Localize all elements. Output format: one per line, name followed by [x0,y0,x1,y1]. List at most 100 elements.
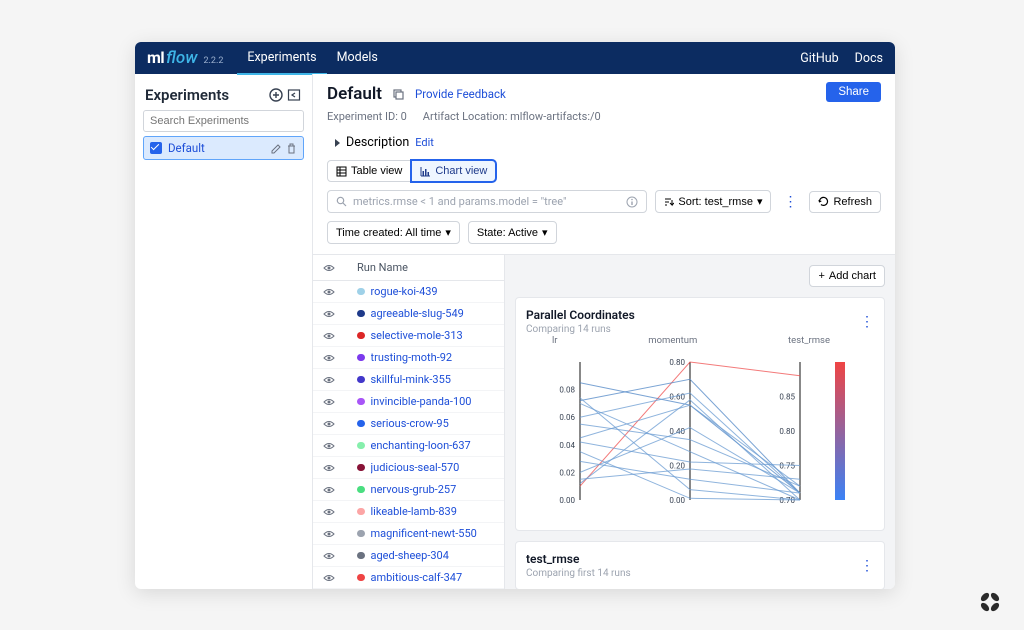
run-row[interactable]: agreeable-slug-549 [313,303,504,325]
run-name-link[interactable]: enchanting-loon-637 [371,439,471,452]
eye-icon[interactable] [323,551,335,561]
run-name-link[interactable]: ambitious-calf-347 [371,571,463,584]
tab-models[interactable]: Models [327,42,388,75]
state-filter[interactable]: State: Active ▾ [468,221,557,244]
add-experiment-icon[interactable] [268,87,284,103]
eye-icon[interactable] [323,309,335,319]
run-name-link[interactable]: judicious-seal-570 [371,461,460,474]
eye-column-icon [323,263,335,273]
checkbox-icon[interactable] [150,142,162,154]
experiment-id-text: Experiment ID: 0 [327,110,407,123]
table-view-button[interactable]: Table view [327,160,411,182]
chart-icon [420,166,431,177]
time-created-filter[interactable]: Time created: All time ▾ [327,221,460,244]
eye-icon[interactable] [323,419,335,429]
svg-text:0.00: 0.00 [559,496,575,505]
run-row[interactable]: judicious-seal-570 [313,457,504,479]
artifact-location-text: Artifact Location: mlflow-artifacts:/0 [423,110,601,123]
delete-icon[interactable] [286,143,297,154]
edit-description-link[interactable]: Edit [415,136,434,149]
run-name-link[interactable]: likeable-lamb-839 [371,505,457,518]
card-menu-icon[interactable]: ⋮ [860,561,874,571]
eye-icon[interactable] [323,573,335,583]
svg-text:0.85: 0.85 [779,393,795,402]
card-menu-icon[interactable]: ⋮ [860,317,874,327]
run-name-link[interactable]: skillful-mink-355 [371,373,451,386]
color-dot-icon [357,486,365,494]
run-name-link[interactable]: rogue-koi-439 [371,285,438,298]
run-row[interactable]: likeable-lamb-839 [313,501,504,523]
copy-icon[interactable] [392,88,405,101]
chevron-down-icon: ▾ [542,226,548,239]
color-dot-icon [357,552,365,560]
eye-icon[interactable] [323,441,335,451]
run-row[interactable]: enchanting-loon-637 [313,435,504,457]
color-dot-icon [357,530,365,538]
more-menu-icon[interactable]: ⋮ [779,194,801,210]
run-row[interactable]: invincible-panda-100 [313,391,504,413]
link-github[interactable]: GitHub [800,51,838,66]
run-row[interactable]: selective-mole-313 [313,325,504,347]
info-icon[interactable] [626,196,638,208]
run-row[interactable]: rogue-koi-439 [313,281,504,303]
run-row[interactable]: skillful-mink-355 [313,369,504,391]
svg-text:0.02: 0.02 [559,468,575,477]
run-row[interactable]: trusting-moth-92 [313,347,504,369]
add-chart-button[interactable]: + Add chart [809,265,885,287]
color-dot-icon [357,420,365,428]
run-row[interactable]: magnificent-newt-550 [313,523,504,545]
parallel-coordinates-plot: 0.000.020.040.060.080.000.200.400.600.80… [526,350,874,510]
run-search-input[interactable]: metrics.rmse < 1 and params.model = "tre… [327,190,647,213]
plus-icon: + [818,270,824,282]
eye-icon[interactable] [323,287,335,297]
run-name-link[interactable]: aged-sheep-304 [371,549,449,562]
color-dot-icon [357,376,365,384]
eye-icon[interactable] [323,331,335,341]
eye-icon[interactable] [323,397,335,407]
eye-icon[interactable] [323,485,335,495]
axis-label-test_rmse: test_rmse [788,335,830,346]
run-row[interactable]: serious-crow-95 [313,413,504,435]
page-title: Default [327,84,382,104]
sort-button[interactable]: Sort: test_rmse ▾ [655,190,771,213]
search-experiments-input[interactable] [143,110,304,132]
svg-text:0.04: 0.04 [559,441,575,450]
axis-label-momentum: momentum [648,335,697,346]
run-name-link[interactable]: nervous-grub-257 [371,483,457,496]
svg-text:0.75: 0.75 [779,462,795,471]
eye-icon[interactable] [323,529,335,539]
edit-icon[interactable] [271,143,282,154]
run-name-link[interactable]: agreeable-slug-549 [371,307,464,320]
run-row[interactable]: nervous-grub-257 [313,479,504,501]
share-button[interactable]: Share [826,82,881,102]
chevron-down-icon: ▾ [445,226,451,239]
chart-area: + Add chart Parallel Coordinates Compari… [505,255,895,589]
color-dot-icon [357,398,365,406]
tab-experiments[interactable]: Experiments [237,42,326,75]
chart-view-button[interactable]: Chart view [411,160,496,182]
eye-icon[interactable] [323,353,335,363]
description-label: Description [346,135,409,150]
eye-icon[interactable] [323,375,335,385]
color-dot-icon [357,332,365,340]
eye-icon[interactable] [323,507,335,517]
provide-feedback-link[interactable]: Provide Feedback [415,87,506,101]
brand-ml: ml [147,48,164,67]
brand-logo: ml flow 2.2.2 [147,48,223,68]
description-toggle[interactable]: Description Edit [313,129,895,156]
run-name-link[interactable]: selective-mole-313 [371,329,463,342]
color-dot-icon [357,442,365,450]
refresh-button[interactable]: Refresh [809,191,881,213]
sidebar-item-default[interactable]: Default [143,136,304,160]
run-name-link[interactable]: invincible-panda-100 [371,395,472,408]
run-row[interactable]: ambitious-calf-347 [313,567,504,589]
axis-label-lr: lr [552,335,558,346]
link-docs[interactable]: Docs [855,51,883,66]
collapse-sidebar-icon[interactable] [286,87,302,103]
run-name-link[interactable]: serious-crow-95 [371,417,449,430]
eye-icon[interactable] [323,463,335,473]
run-row[interactable]: aged-sheep-304 [313,545,504,567]
watermark-icon [976,588,1004,616]
run-name-link[interactable]: magnificent-newt-550 [371,527,477,540]
run-name-link[interactable]: trusting-moth-92 [371,351,453,364]
